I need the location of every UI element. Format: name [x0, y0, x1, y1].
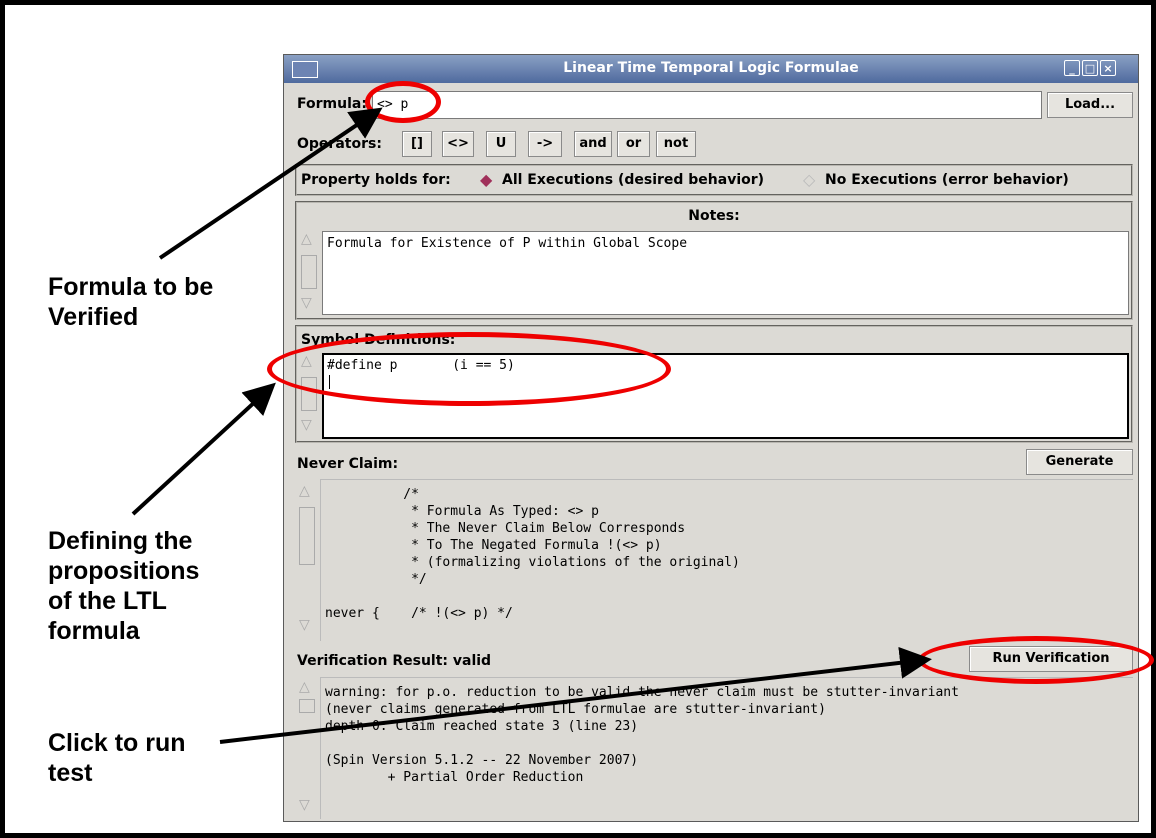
verification-text: warning: for p.o. reduction to be valid …	[325, 685, 959, 785]
scroll-thumb[interactable]	[299, 507, 315, 565]
scroll-up-icon[interactable]: △	[301, 231, 312, 247]
property-all-executions[interactable]: All Executions (desired behavior)	[502, 172, 764, 188]
operator-and-button[interactable]: and	[574, 131, 612, 157]
scroll-up-icon[interactable]: △	[299, 679, 310, 695]
never-claim-scrollbar[interactable]: △ ▽	[297, 483, 317, 639]
notes-scrollbar[interactable]: △ ▽	[299, 231, 319, 317]
scroll-down-icon[interactable]: ▽	[301, 295, 312, 311]
callout-run: Click to run test	[48, 729, 186, 787]
property-label: Property holds for:	[301, 172, 451, 188]
verification-output[interactable]: warning: for p.o. reduction to be valid …	[320, 677, 1133, 819]
ltl-window: Linear Time Temporal Logic Formulae _ □ …	[283, 54, 1139, 822]
symbols-highlight-ellipse	[267, 332, 671, 406]
operator-implies-button[interactable]: ->	[528, 131, 562, 157]
notes-text: Formula for Existence of P within Global…	[327, 236, 688, 251]
operators-label: Operators:	[297, 136, 382, 152]
callout-propositions: Defining the propositions of the LTL for…	[48, 527, 200, 645]
formula-label: Formula:	[297, 96, 367, 112]
operator-until-button[interactable]: U	[486, 131, 516, 157]
verification-scrollbar[interactable]: △ ▽	[297, 679, 317, 819]
verification-result-label: Verification Result: valid	[297, 653, 492, 669]
scroll-thumb[interactable]	[301, 255, 317, 289]
radio-unselected-icon[interactable]: ◇	[803, 172, 815, 188]
maximize-icon[interactable]: □	[1082, 60, 1098, 76]
never-claim-text: /* * Formula As Typed: <> p * The Never …	[325, 487, 740, 621]
operator-always-button[interactable]: []	[402, 131, 432, 157]
never-claim-text-area[interactable]: /* * Formula As Typed: <> p * The Never …	[320, 479, 1133, 641]
close-icon[interactable]: ×	[1100, 60, 1116, 76]
formula-highlight-ellipse	[365, 81, 441, 123]
window-title: Linear Time Temporal Logic Formulae	[563, 60, 859, 76]
radio-selected-icon[interactable]: ◆	[480, 172, 492, 188]
operator-not-button[interactable]: not	[656, 131, 696, 157]
load-button[interactable]: Load...	[1047, 92, 1133, 118]
title-bar: Linear Time Temporal Logic Formulae _ □ …	[284, 55, 1138, 83]
notes-textarea[interactable]: Formula for Existence of P within Global…	[322, 231, 1129, 315]
scroll-down-icon[interactable]: ▽	[301, 417, 312, 433]
run-verification-highlight-ellipse	[918, 636, 1154, 684]
scroll-down-icon[interactable]: ▽	[299, 797, 310, 813]
operator-eventually-button[interactable]: <>	[442, 131, 474, 157]
minimize-icon[interactable]: _	[1064, 60, 1080, 76]
property-no-executions[interactable]: No Executions (error behavior)	[825, 172, 1069, 188]
scroll-up-icon[interactable]: △	[299, 483, 310, 499]
scroll-down-icon[interactable]: ▽	[299, 617, 310, 633]
callout-formula: Formula to be Verified	[48, 273, 214, 331]
notes-panel: Notes: △ ▽ Formula for Existence of P wi…	[295, 201, 1133, 320]
operator-or-button[interactable]: or	[617, 131, 650, 157]
notes-label: Notes:	[688, 208, 740, 224]
property-panel: Property holds for: ◆ All Executions (de…	[295, 164, 1133, 196]
never-claim-label: Never Claim:	[297, 456, 399, 472]
scroll-thumb[interactable]	[299, 699, 315, 713]
formula-input[interactable]: <> p	[372, 91, 1042, 119]
generate-button[interactable]: Generate	[1026, 449, 1133, 475]
